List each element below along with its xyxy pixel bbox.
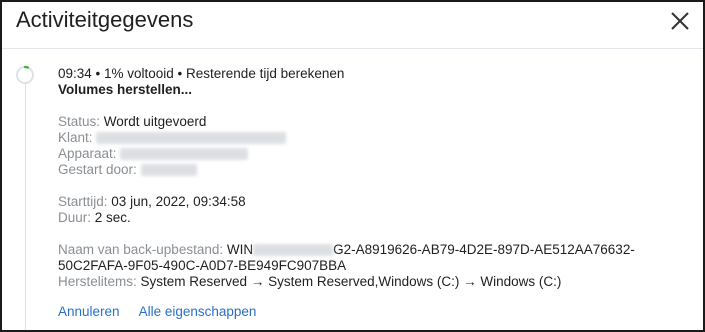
device-value-redacted <box>120 148 249 160</box>
recovery-items-row: Herstelitems: System Reserved → System R… <box>58 274 693 290</box>
started-by-value-redacted <box>140 164 197 176</box>
backup-file-row: Naam van back-upbestand: WIN G2-A8919626-… <box>58 242 693 274</box>
dialog-header: Activiteitgegevens <box>2 2 703 49</box>
cancel-link[interactable]: Annuleren <box>58 304 120 319</box>
start-time-value: 03 jun, 2022, 09:34:58 <box>111 194 246 209</box>
status-row: Status: Wordt uitgevoerd <box>58 114 693 130</box>
backup-file-line2: 50C2FAFA-9F05-490C-A0D7-BE949FC907BBA <box>58 258 347 273</box>
activity-content: 09:34 • 1% voltooid • Resterende tijd be… <box>58 66 693 320</box>
dialog-title: Activiteitgegevens <box>16 7 194 32</box>
recovery-items-value: System Reserved → System Reserved,Window… <box>140 274 562 289</box>
device-row: Apparaat: <box>58 146 693 162</box>
activity-summary: 09:34 • 1% voltooid • Resterende tijd be… <box>58 66 345 81</box>
close-icon[interactable] <box>669 10 691 32</box>
status-value: Wordt uitgevoerd <box>103 114 207 129</box>
backup-file-redacted <box>253 244 334 256</box>
progress-ring-icon <box>16 65 34 84</box>
client-row: Klant: <box>58 130 693 146</box>
started-by-row: Gestart door: <box>58 162 693 178</box>
device-label: Apparaat: <box>58 146 117 161</box>
status-label: Status: <box>58 114 101 129</box>
duration-value: 2 sec. <box>94 210 131 225</box>
timeline-rail <box>25 78 26 330</box>
all-properties-link[interactable]: Alle eigenschappen <box>139 304 257 319</box>
client-value-redacted <box>96 132 287 144</box>
backup-file-suffix: G2-A8919626-AB79-4D2E-897D-AE512AA76632- <box>333 242 635 257</box>
backup-file-prefix: WIN <box>226 242 254 257</box>
start-time-row: Starttijd: 03 jun, 2022, 09:34:58 <box>58 194 693 210</box>
client-label: Klant: <box>58 130 93 145</box>
started-by-label: Gestart door: <box>58 162 137 177</box>
operation-title: Volumes herstellen... <box>58 82 193 97</box>
activity-details-dialog: Activiteitgegevens 09:34 • 1% voltooid •… <box>0 0 705 332</box>
duration-row: Duur: 2 sec. <box>58 210 693 226</box>
backup-file-label: Naam van back-upbestand: <box>58 242 224 257</box>
duration-label: Duur: <box>58 210 92 225</box>
action-links: Annuleren Alle eigenschappen <box>58 304 693 320</box>
start-time-label: Starttijd: <box>58 194 108 209</box>
recovery-items-label: Herstelitems: <box>58 274 137 289</box>
